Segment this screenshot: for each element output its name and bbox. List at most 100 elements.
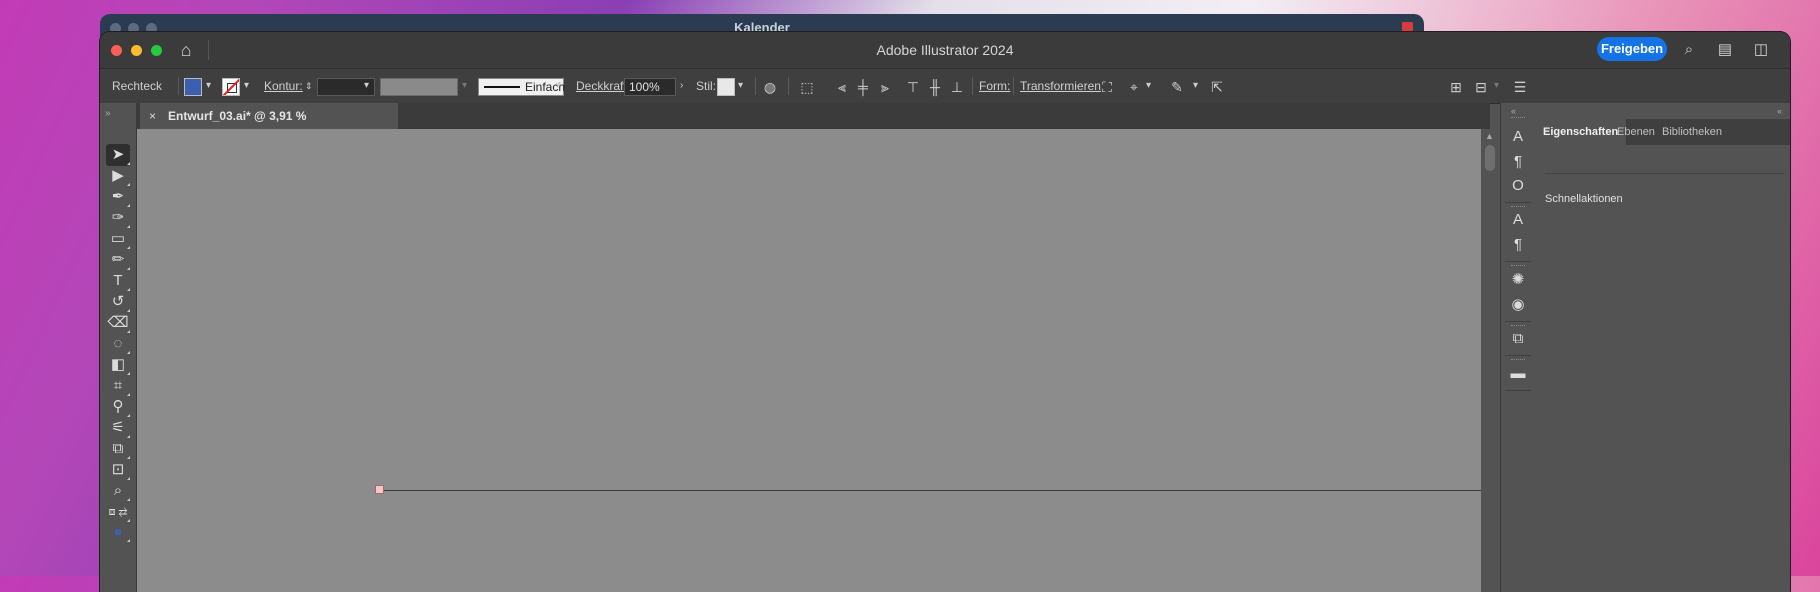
graphic-styles-icon[interactable]: ◉ — [1508, 295, 1528, 315]
selection-tool-icon[interactable]: ➤ — [106, 144, 130, 166]
stroke-weight-chevron-icon[interactable]: ▾ — [364, 69, 369, 103]
comments-panel-icon[interactable]: ▬ — [1508, 364, 1528, 384]
workspace-chevron-icon[interactable]: ▾ — [1494, 69, 1499, 103]
align-bottom-icon[interactable]: ⊥ — [948, 78, 966, 96]
select-similar-icon[interactable]: ⌖ — [1125, 78, 1143, 96]
lasso-tool-icon[interactable]: ◌ — [106, 333, 130, 355]
type-tool-icon[interactable]: T — [106, 270, 130, 292]
stroke-line-preview — [484, 86, 520, 88]
strip-divider — [1505, 355, 1531, 356]
artboard-tool-icon[interactable]: ⊡ — [106, 459, 130, 481]
workspace-icon[interactable]: ⊟ — [1472, 78, 1490, 96]
panel-collapse-icon[interactable]: « — [1777, 106, 1782, 116]
align-left-icon[interactable]: ⫷ — [833, 78, 851, 96]
paragraph-panel-icon[interactable]: ¶ — [1508, 152, 1528, 172]
strip-grip — [1511, 359, 1525, 360]
artboard-edge — [380, 490, 1481, 491]
strip-grip — [1511, 325, 1525, 326]
quick-actions-heading: Schnellaktionen — [1545, 193, 1623, 205]
opacity-input[interactable]: 100% — [624, 78, 676, 96]
control-divider — [972, 77, 973, 95]
tools-panel: » ➤ ▶ ✒ ✑ ▭ ✏ T ↺ ⌫ ◌ ◧ ⌗ ⚲ ⚟ ⧉ ⊡ ⌕ ⧈ ⇄ … — [100, 103, 137, 592]
strip-divider — [1505, 390, 1531, 391]
paragraph-styles-icon[interactable]: ¶ — [1508, 235, 1528, 255]
character-styles-icon[interactable]: A — [1508, 210, 1528, 230]
arrange-documents-icon[interactable]: ⊞ — [1447, 78, 1465, 96]
profile-chevron-icon[interactable]: ▾ — [462, 69, 467, 103]
stroke-swatch[interactable] — [222, 78, 240, 96]
fill-swatch[interactable] — [184, 78, 202, 96]
align-to-icon[interactable]: ⬚ — [798, 78, 816, 96]
variable-width-profile[interactable] — [380, 78, 458, 96]
pen-tool-icon[interactable]: ✒ — [106, 186, 130, 208]
brush-chevron-icon[interactable]: ▾ — [556, 69, 561, 103]
eraser-tool-icon[interactable]: ⌫ — [106, 312, 130, 334]
fill-color-icon[interactable]: ■ — [106, 521, 130, 543]
object-type-label: Rechteck — [112, 79, 163, 93]
workspace-switcher-icon[interactable]: ▤ — [1716, 41, 1734, 59]
brush-definition-dropdown[interactable]: Einfach — [478, 78, 565, 96]
rotate-tool-icon[interactable]: ↺ — [106, 291, 130, 313]
strip-collapse-icon[interactable]: « — [1511, 106, 1516, 116]
gradient-tool-icon[interactable]: ◧ — [106, 354, 130, 376]
stroke-label[interactable]: Kontur: — [264, 69, 303, 103]
eyedropper-tool-icon[interactable]: ⚲ — [106, 396, 130, 418]
app-title: Adobe Illustrator 2024 — [876, 42, 1014, 58]
strip-divider — [1505, 261, 1531, 262]
recolor-artwork-icon[interactable]: ◍ — [761, 78, 779, 96]
vertical-scrollbar[interactable]: ▲ — [1481, 129, 1499, 592]
align-center-horizontal-icon[interactable]: ╪ — [854, 78, 872, 96]
close-tab-icon[interactable]: × — [149, 103, 156, 129]
paintbrush-tool-icon[interactable]: ✏ — [106, 249, 130, 271]
zoom-tool-icon[interactable]: ⌕ — [106, 480, 130, 502]
align-middle-vertical-icon[interactable]: ╫ — [926, 78, 944, 96]
panel-layout-icon[interactable]: ◫ — [1752, 41, 1770, 59]
export-icon[interactable]: ⇱ — [1208, 78, 1226, 96]
mesh-tool-icon[interactable]: ⌗ — [106, 375, 130, 397]
transform-label[interactable]: Transformieren — [1020, 69, 1101, 103]
appearance-panel-icon[interactable]: ✺ — [1508, 270, 1528, 290]
fill-dropdown-chevron-icon[interactable]: ▾ — [206, 69, 211, 103]
panel-collapse-icon[interactable]: » — [105, 108, 111, 119]
scroll-up-icon[interactable]: ▲ — [1485, 131, 1494, 141]
panel-menu-icon[interactable]: ☰ — [1511, 78, 1529, 96]
strip-grip — [1511, 206, 1525, 207]
tab-libraries[interactable]: Bibliotheken — [1662, 119, 1722, 145]
artboards-panel-icon[interactable]: ⧉ — [1508, 329, 1528, 349]
align-top-icon[interactable]: ⊤ — [904, 78, 922, 96]
artboard-handle[interactable] — [375, 485, 384, 494]
title-bar: ⌂ Adobe Illustrator 2024 Freigeben ⌕ ▤ ◫ — [100, 32, 1790, 68]
control-divider — [755, 77, 756, 95]
opacity-label[interactable]: Deckkraft: — [576, 69, 630, 103]
direct-selection-tool-icon[interactable]: ▶ — [106, 165, 130, 187]
opentype-panel-icon[interactable]: O — [1508, 176, 1528, 196]
scrollbar-thumb[interactable] — [1485, 145, 1495, 171]
tab-properties[interactable]: Eigenschaften — [1535, 119, 1627, 145]
illustrator-window: ⌂ Adobe Illustrator 2024 Freigeben ⌕ ▤ ◫… — [100, 32, 1790, 592]
search-icon[interactable]: ⌕ — [1680, 41, 1698, 59]
style-label: Stil: — [696, 79, 717, 93]
rectangle-tool-icon[interactable]: ▭ — [106, 228, 130, 250]
opacity-chevron-icon[interactable]: › — [680, 69, 683, 103]
stroke-dropdown-chevron-icon[interactable]: ▾ — [244, 69, 249, 103]
align-right-icon[interactable]: ⫸ — [876, 78, 894, 96]
swap-fill-stroke-icon[interactable]: ⧈ ⇄ — [106, 501, 130, 523]
panel-tabs: Eigenschaften Ebenen Bibliotheken — [1535, 119, 1790, 145]
style-chevron-icon[interactable]: ▾ — [738, 69, 743, 103]
canvas-area[interactable] — [137, 129, 1481, 592]
curvature-tool-icon[interactable]: ✑ — [106, 207, 130, 229]
shape-label[interactable]: Form: — [979, 69, 1010, 103]
share-button[interactable]: Freigeben — [1597, 37, 1667, 61]
character-panel-icon[interactable]: A — [1508, 127, 1528, 147]
puppet-warp-icon[interactable]: ✎ — [1168, 78, 1186, 96]
document-tab[interactable]: × Entwurf_03.ai* @ 3,91 % (CMYK/Vorschau… — [140, 103, 398, 149]
strip-divider — [1505, 321, 1531, 322]
stroke-weight-stepper-icon[interactable]: ⇕ — [305, 69, 313, 103]
blend-tool-icon[interactable]: ⚟ — [106, 417, 130, 439]
warp-chevron-icon[interactable]: ▾ — [1193, 69, 1198, 103]
isolate-object-icon[interactable]: ⛶ — [1098, 78, 1116, 96]
shape-builder-tool-icon[interactable]: ⧉ — [106, 438, 130, 460]
graphic-style-swatch[interactable] — [717, 78, 735, 96]
tab-layers[interactable]: Ebenen — [1617, 119, 1655, 145]
select-similar-chevron-icon[interactable]: ▾ — [1146, 69, 1151, 103]
